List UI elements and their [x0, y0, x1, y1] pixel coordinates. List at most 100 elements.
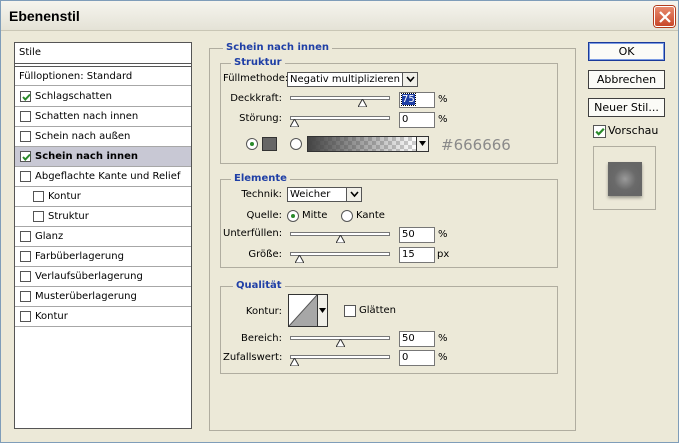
- stroke-checkbox[interactable]: [20, 311, 31, 322]
- opacity-label: Deckkraft:: [230, 93, 282, 104]
- list-item-gradient-overlay[interactable]: Verlaufsüberlagerung: [15, 267, 191, 287]
- contour-label: Kontur:: [245, 306, 282, 317]
- panel-title: Schein nach innen: [223, 42, 333, 54]
- size-slider[interactable]: [290, 249, 390, 263]
- source-edge-label: Kante: [356, 210, 385, 221]
- window-title: Ebenenstil: [9, 8, 80, 24]
- ok-button[interactable]: OK: [588, 42, 665, 61]
- contour-picker[interactable]: [288, 294, 328, 327]
- chevron-down-icon: [419, 141, 426, 146]
- list-item-inner-glow[interactable]: Schein nach innen: [15, 147, 191, 167]
- gradient-picker[interactable]: [307, 136, 429, 152]
- texture-checkbox[interactable]: [33, 211, 44, 222]
- list-item-texture[interactable]: Struktur: [15, 207, 191, 227]
- noise-slider[interactable]: [290, 113, 390, 127]
- close-button[interactable]: [654, 6, 675, 27]
- slider-thumb-icon[interactable]: [335, 339, 345, 347]
- structure-title: Struktur: [231, 57, 285, 69]
- technique-select[interactable]: Weicher: [287, 187, 362, 202]
- choke-label: Unterfüllen:: [223, 228, 283, 239]
- pattern-overlay-checkbox[interactable]: [20, 291, 31, 302]
- checkmark-icon: [595, 127, 605, 136]
- jitter-slider[interactable]: [290, 352, 390, 366]
- solid-color-radio[interactable]: [246, 138, 258, 150]
- bevel-emboss-checkbox[interactable]: [20, 171, 31, 182]
- gradient-preview: [308, 137, 416, 151]
- preview-label: Vorschau: [608, 124, 659, 137]
- checkmark-icon: [22, 153, 31, 161]
- technique-label: Technik:: [241, 189, 282, 200]
- cancel-button[interactable]: Abbrechen: [588, 70, 665, 89]
- opacity-unit: %: [438, 94, 448, 105]
- outer-glow-checkbox[interactable]: [20, 131, 31, 142]
- opacity-slider[interactable]: [290, 93, 390, 107]
- title-bar[interactable]: Ebenenstil: [1, 1, 678, 31]
- list-item-pattern-overlay[interactable]: Musterüberlagerung: [15, 287, 191, 307]
- color-overlay-checkbox[interactable]: [20, 251, 31, 262]
- slider-thumb-icon[interactable]: [290, 358, 299, 366]
- new-style-button[interactable]: Neuer Stil...: [588, 98, 665, 117]
- slider-thumb-icon[interactable]: [358, 99, 368, 107]
- size-input[interactable]: 15: [399, 247, 435, 263]
- noise-label: Störung:: [239, 113, 282, 124]
- satin-checkbox[interactable]: [20, 231, 31, 242]
- range-unit: %: [438, 333, 448, 344]
- gradient-overlay-checkbox[interactable]: [20, 271, 31, 282]
- source-center-radio[interactable]: [287, 210, 299, 222]
- list-item-drop-shadow[interactable]: Schlagschatten: [15, 87, 191, 107]
- inner-glow-checkbox[interactable]: [20, 151, 31, 162]
- contour-curve-icon: [289, 295, 317, 326]
- preview-checkbox[interactable]: [593, 125, 606, 138]
- jitter-unit: %: [438, 352, 448, 363]
- source-center-label: Mitte: [302, 210, 328, 221]
- source-edge-radio[interactable]: [341, 210, 353, 222]
- checkmark-icon: [22, 93, 31, 101]
- size-unit: px: [437, 249, 450, 260]
- jitter-input[interactable]: 0: [399, 350, 435, 366]
- quality-title: Qualität: [233, 280, 285, 292]
- blend-mode-select[interactable]: Negativ multiplizieren: [287, 72, 418, 87]
- range-label: Bereich:: [240, 333, 282, 344]
- color-hex-value: #666666: [441, 136, 511, 154]
- blend-mode-label: Füllmethode:: [223, 73, 289, 84]
- layer-style-dialog: Ebenenstil Stile Fülloptionen: Standard …: [0, 0, 679, 443]
- noise-unit: %: [438, 114, 448, 125]
- antialias-checkbox[interactable]: [344, 305, 356, 317]
- choke-input[interactable]: 50: [399, 227, 435, 243]
- chevron-down-icon: [319, 308, 326, 313]
- drop-shadow-checkbox[interactable]: [20, 91, 31, 102]
- noise-input[interactable]: 0: [399, 112, 435, 128]
- style-preview-thumbnail: [593, 146, 656, 210]
- list-item-stroke[interactable]: Kontur: [15, 307, 191, 327]
- size-label: Größe:: [248, 249, 282, 260]
- range-slider[interactable]: [290, 333, 390, 347]
- list-item-color-overlay[interactable]: Farbüberlagerung: [15, 247, 191, 267]
- chevron-down-icon: [350, 191, 359, 198]
- slider-thumb-icon[interactable]: [295, 255, 305, 263]
- list-item-contour[interactable]: Kontur: [15, 187, 191, 207]
- inner-shadow-checkbox[interactable]: [20, 111, 31, 122]
- opacity-input[interactable]: 75: [399, 92, 435, 108]
- contour-checkbox[interactable]: [33, 191, 44, 202]
- styles-list-header[interactable]: Stile: [15, 43, 191, 64]
- choke-slider[interactable]: [290, 229, 390, 243]
- preview-square: [608, 162, 642, 196]
- jitter-label: Zufallswert:: [223, 352, 283, 363]
- close-icon: [659, 11, 671, 23]
- antialias-label: Glätten: [359, 305, 396, 316]
- styles-list: Stile Fülloptionen: Standard Schlagschat…: [14, 42, 192, 429]
- gradient-radio[interactable]: [290, 138, 302, 150]
- list-item-inner-shadow[interactable]: Schatten nach innen: [15, 107, 191, 127]
- list-item-satin[interactable]: Glanz: [15, 227, 191, 247]
- choke-unit: %: [438, 229, 448, 240]
- elements-title: Elemente: [231, 173, 290, 185]
- glow-color-swatch[interactable]: [262, 137, 277, 151]
- list-item-blending-options[interactable]: Fülloptionen: Standard: [15, 66, 191, 86]
- slider-thumb-icon[interactable]: [290, 119, 299, 127]
- list-item-bevel-emboss[interactable]: Abgeflachte Kante und Relief: [15, 167, 191, 187]
- chevron-down-icon: [406, 76, 415, 83]
- source-label: Quelle:: [246, 210, 282, 221]
- list-item-outer-glow[interactable]: Schein nach außen: [15, 127, 191, 147]
- slider-thumb-icon[interactable]: [335, 235, 345, 243]
- range-input[interactable]: 50: [399, 331, 435, 347]
